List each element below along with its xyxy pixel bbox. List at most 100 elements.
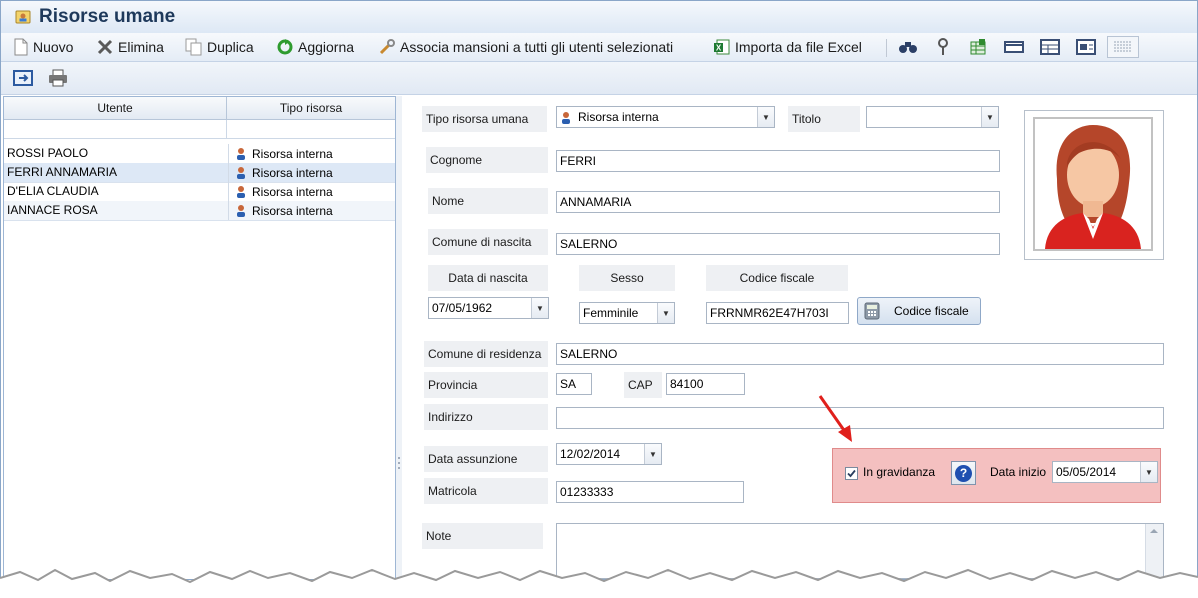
main-window: Risorse umane Nuovo Elimina Duplica Aggi… bbox=[0, 0, 1198, 580]
photo-frame[interactable] bbox=[1024, 110, 1164, 260]
data-nascita-label: Data di nascita bbox=[428, 265, 548, 291]
sesso-value: Femminile bbox=[583, 306, 639, 320]
codice-fiscale-input[interactable]: FRRNMR62E47H703I bbox=[706, 302, 849, 324]
delete-button[interactable]: Elimina bbox=[96, 37, 164, 57]
row-tipo: Risorsa interna bbox=[252, 165, 333, 180]
duplicate-button[interactable]: Duplica bbox=[185, 37, 254, 57]
calculator-icon bbox=[864, 302, 880, 320]
refresh-button[interactable]: Aggiorna bbox=[276, 37, 354, 57]
delete-icon bbox=[97, 39, 113, 55]
scroll-up-icon[interactable] bbox=[1146, 524, 1162, 538]
row-tipo: Risorsa interna bbox=[252, 184, 333, 199]
import-label: Importa da file Excel bbox=[735, 39, 862, 55]
table-row[interactable]: ROSSI PAOLO Risorsa interna bbox=[4, 144, 395, 164]
comune-residenza-input[interactable]: SALERNO bbox=[556, 343, 1164, 365]
provincia-label: Provincia bbox=[424, 372, 548, 398]
binoculars-icon bbox=[899, 42, 917, 53]
resources-grid: Utente Tipo risorsa ROSSI PAOLO Risorsa … bbox=[3, 96, 396, 579]
tipo-risorsa-select[interactable]: Risorsa interna ▼ bbox=[556, 106, 775, 128]
provincia-input[interactable]: SA bbox=[556, 373, 592, 395]
filter-tipo[interactable] bbox=[227, 120, 395, 139]
table-row[interactable]: IANNACE ROSA Risorsa interna bbox=[4, 201, 395, 221]
tipo-risorsa-label: Tipo risorsa umana bbox=[422, 106, 547, 132]
indirizzo-input[interactable] bbox=[556, 407, 1164, 429]
indirizzo-label: Indirizzo bbox=[424, 404, 548, 430]
nome-input[interactable]: ANNAMARIA bbox=[556, 191, 1000, 213]
new-icon bbox=[14, 38, 28, 56]
layout-button-4[interactable] bbox=[1107, 36, 1139, 58]
chevron-down-icon[interactable]: ▼ bbox=[657, 303, 674, 323]
export-button[interactable] bbox=[12, 67, 34, 89]
female-avatar bbox=[1045, 125, 1141, 249]
secondary-toolbar bbox=[1, 62, 1197, 95]
filter-utente[interactable] bbox=[4, 120, 227, 139]
row-utente: D'ELIA CLAUDIA bbox=[7, 184, 99, 198]
codice-fiscale-button-label: Codice fiscale bbox=[894, 304, 969, 318]
photo-inner bbox=[1033, 117, 1153, 251]
comune-nascita-label: Comune di nascita bbox=[428, 229, 548, 255]
toolbar-separator bbox=[886, 39, 887, 57]
gravidanza-label: In gravidanza bbox=[863, 465, 936, 479]
data-inizio-label: Data inizio bbox=[990, 465, 1047, 479]
search-button[interactable] bbox=[897, 36, 919, 58]
person-icon bbox=[237, 148, 245, 160]
chevron-down-icon[interactable]: ▼ bbox=[757, 107, 774, 127]
new-button[interactable]: Nuovo bbox=[13, 37, 73, 57]
chevron-down-icon[interactable]: ▼ bbox=[1140, 462, 1157, 482]
window-title: Risorse umane bbox=[39, 6, 176, 27]
excel-icon: X bbox=[714, 39, 730, 55]
main-toolbar: Nuovo Elimina Duplica Aggiorna Associa m… bbox=[1, 33, 1197, 62]
tipo-risorsa-value-wrap: Risorsa interna bbox=[560, 110, 659, 124]
check-icon bbox=[847, 469, 856, 478]
duplicate-label: Duplica bbox=[207, 39, 254, 55]
chevron-down-icon[interactable]: ▼ bbox=[644, 444, 661, 464]
pointer-arrow bbox=[818, 395, 852, 442]
people-folder-icon bbox=[15, 10, 31, 24]
matricola-input[interactable]: 01233333 bbox=[556, 481, 744, 503]
row-tipo-cell: Risorsa interna bbox=[228, 182, 333, 201]
person-icon bbox=[237, 167, 245, 179]
layout-icon-3 bbox=[1076, 39, 1096, 55]
columns-icon bbox=[970, 39, 986, 55]
assign-label: Associa mansioni a tutti gli utenti sele… bbox=[400, 39, 674, 55]
chevron-down-icon[interactable]: ▼ bbox=[981, 107, 998, 127]
table-row[interactable]: D'ELIA CLAUDIA Risorsa interna bbox=[4, 182, 395, 202]
refresh-icon bbox=[277, 39, 293, 55]
data-assunzione-picker[interactable]: 12/02/2014 ▼ bbox=[556, 443, 662, 465]
row-tipo-cell: Risorsa interna bbox=[228, 201, 333, 220]
cap-input[interactable]: 84100 bbox=[666, 373, 745, 395]
help-button[interactable]: ? bbox=[951, 461, 976, 485]
row-utente: IANNACE ROSA bbox=[7, 203, 98, 217]
assign-tasks-button[interactable]: Associa mansioni a tutti gli utenti sele… bbox=[378, 37, 673, 57]
layout-button-2[interactable] bbox=[1039, 36, 1061, 58]
filter-button[interactable] bbox=[932, 36, 954, 58]
gravidanza-checkbox[interactable] bbox=[845, 467, 858, 480]
column-header-tipo-risorsa[interactable]: Tipo risorsa bbox=[227, 97, 395, 120]
sesso-select[interactable]: Femminile ▼ bbox=[579, 302, 675, 324]
export-icon bbox=[13, 70, 33, 86]
print-icon bbox=[49, 69, 67, 87]
layout-icon-1 bbox=[1004, 41, 1024, 53]
cognome-input[interactable]: FERRI bbox=[556, 150, 1000, 172]
titolo-select[interactable]: ▼ bbox=[866, 106, 999, 128]
layout-button-1[interactable] bbox=[1003, 36, 1025, 58]
layout-icon-4 bbox=[1114, 41, 1132, 52]
data-nascita-picker[interactable]: 07/05/1962 ▼ bbox=[428, 297, 549, 319]
table-row-selected[interactable]: FERRI ANNAMARIA Risorsa interna bbox=[4, 163, 395, 183]
detail-form: Tipo risorsa umana Risorsa interna ▼ Tit… bbox=[404, 96, 1197, 579]
column-header-utente[interactable]: Utente bbox=[4, 97, 227, 120]
import-excel-button[interactable]: X Importa da file Excel bbox=[713, 37, 862, 57]
row-utente: FERRI ANNAMARIA bbox=[7, 165, 118, 179]
layout-button-3[interactable] bbox=[1075, 36, 1097, 58]
data-assunzione-value: 12/02/2014 bbox=[560, 447, 621, 461]
print-button[interactable] bbox=[47, 67, 69, 89]
columns-button[interactable] bbox=[967, 36, 989, 58]
panel-splitter[interactable] bbox=[396, 96, 402, 579]
codice-fiscale-button[interactable]: Codice fiscale bbox=[857, 297, 981, 325]
chevron-down-icon[interactable]: ▼ bbox=[531, 298, 548, 318]
titolo-label: Titolo bbox=[788, 106, 860, 132]
help-icon: ? bbox=[955, 464, 972, 482]
row-tipo: Risorsa interna bbox=[252, 146, 333, 161]
comune-nascita-input[interactable]: SALERNO bbox=[556, 233, 1000, 255]
data-inizio-picker[interactable]: 05/05/2014 ▼ bbox=[1052, 461, 1158, 483]
